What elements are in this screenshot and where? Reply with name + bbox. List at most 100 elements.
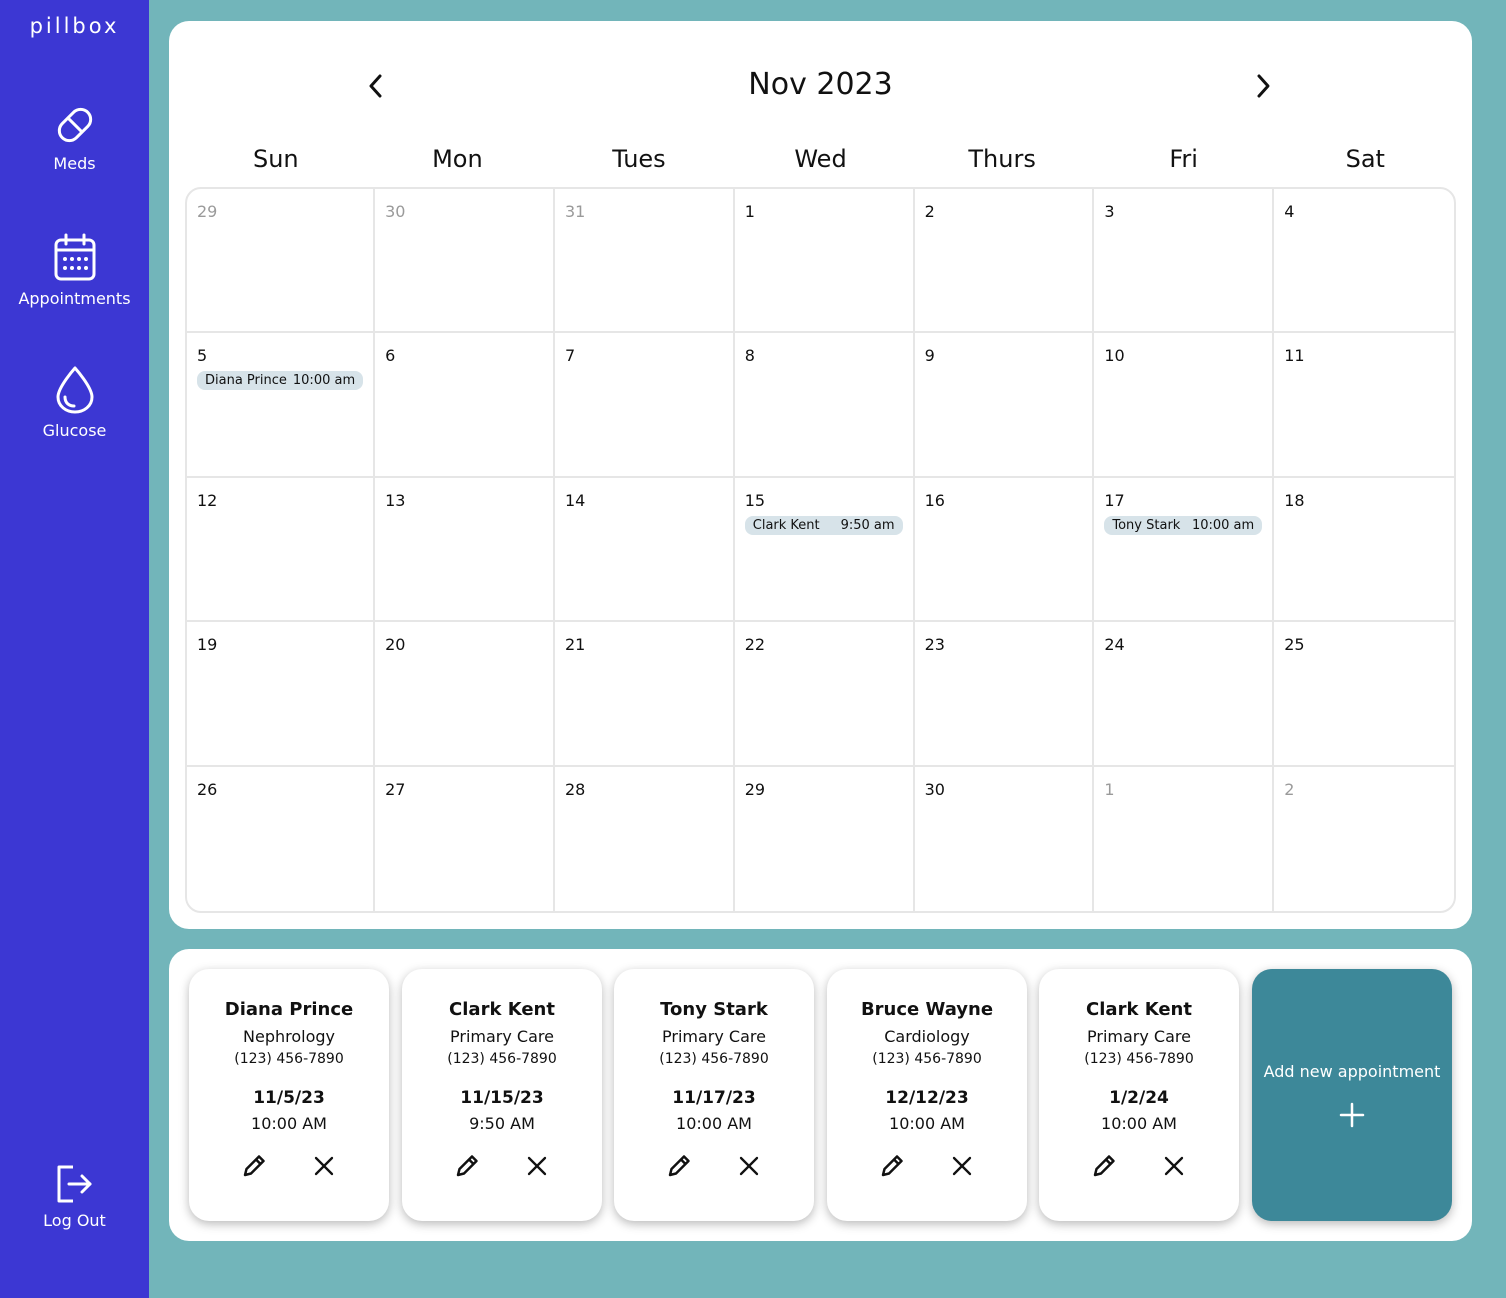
- appointment-specialty: Primary Care: [662, 1027, 766, 1046]
- delete-appointment-button[interactable]: [524, 1155, 550, 1181]
- day-number: 18: [1284, 490, 1305, 510]
- event-pill[interactable]: Clark Kent 9:50 am: [744, 515, 903, 535]
- add-appointment-button[interactable]: Add new appointment: [1252, 969, 1452, 1221]
- edit-appointment-button[interactable]: [241, 1155, 267, 1181]
- appointment-card: Bruce Wayne Cardiology (123) 456-7890 12/12…: [827, 969, 1027, 1221]
- day-cell[interactable]: 2: [1274, 767, 1454, 911]
- day-cell[interactable]: 10: [1094, 333, 1275, 478]
- appointment-time: 10:00 AM: [251, 1114, 327, 1133]
- day-cell[interactable]: 1: [1094, 766, 1275, 911]
- day-cell[interactable]: 24: [1094, 622, 1275, 767]
- day-cell[interactable]: 12: [187, 477, 376, 623]
- edit-appointment-button[interactable]: [666, 1155, 692, 1181]
- delete-appointment-button[interactable]: [1161, 1155, 1187, 1181]
- sidebar-item-glucose[interactable]: Glucose: [0, 365, 149, 440]
- delete-appointment-button[interactable]: [311, 1155, 337, 1181]
- day-cell[interactable]: 30: [915, 766, 1095, 911]
- day-number: 10: [1104, 346, 1125, 366]
- weekday-label: Mon: [432, 145, 483, 173]
- day-cell[interactable]: 3: [1094, 189, 1275, 334]
- weekday-header: Sun Mon Tues Wed Thurs Fri Sat: [185, 145, 1456, 173]
- day-cell[interactable]: 16: [914, 477, 1095, 623]
- weekday-label: Fri: [1169, 145, 1198, 173]
- day-cell[interactable]: 22: [734, 622, 915, 767]
- calendar-grid: 29 30 31 1 2 3 4 5 Diana Prince 10:00 am 6 7 8 9 10 11 1…: [185, 187, 1456, 913]
- day-number: 15: [744, 490, 766, 510]
- day-cell[interactable]: 21: [554, 622, 735, 767]
- day-number: 1: [1104, 779, 1115, 799]
- day-number: 16: [924, 490, 945, 510]
- day-cell[interactable]: 7: [554, 333, 735, 478]
- day-cell[interactable]: 29: [735, 766, 915, 911]
- day-cell[interactable]: 29: [187, 189, 376, 334]
- day-cell[interactable]: 31: [554, 189, 735, 334]
- appointment-time: 10:00 AM: [676, 1114, 752, 1133]
- day-cell[interactable]: 11: [1274, 333, 1454, 478]
- appointment-phone: (123) 456-7890: [447, 1051, 557, 1067]
- event-name: Tony Stark: [1112, 517, 1181, 533]
- event-pill[interactable]: Diana Prince 10:00 am: [197, 371, 364, 391]
- appointment-card: Diana Prince Nephrology (123) 456-7890 11/5…: [189, 969, 389, 1221]
- sidebar-item-meds[interactable]: Meds: [0, 102, 149, 173]
- day-number: 19: [197, 635, 218, 655]
- day-cell[interactable]: 27: [375, 766, 555, 911]
- appointment-specialty: Cardiology: [884, 1027, 970, 1046]
- edit-appointment-button[interactable]: [454, 1155, 480, 1181]
- appointment-date: 1/2/24: [1109, 1088, 1169, 1108]
- edit-appointment-button[interactable]: [1091, 1155, 1117, 1181]
- day-number: 21: [564, 635, 586, 655]
- pill-icon: [0, 102, 149, 148]
- day-cell[interactable]: 8: [734, 333, 915, 478]
- card-actions: [614, 1155, 814, 1181]
- day-cell[interactable]: 18: [1274, 478, 1454, 623]
- day-cell[interactable]: 17 Tony Stark 10:00 am: [1094, 477, 1275, 623]
- day-cell[interactable]: 28: [555, 766, 735, 911]
- day-number: 31: [564, 202, 586, 221]
- day-number: 20: [385, 635, 406, 655]
- day-cell[interactable]: 1: [734, 189, 915, 334]
- day-number: 29: [197, 202, 218, 221]
- event-time: 10:00 am: [1191, 517, 1255, 533]
- day-cell[interactable]: 6: [375, 333, 555, 478]
- delete-appointment-button[interactable]: [949, 1155, 975, 1181]
- sidebar-item-appointments[interactable]: Appointments: [0, 233, 149, 308]
- appointment-card: Clark Kent Primary Care (123) 456-7890 11/1…: [402, 969, 602, 1221]
- day-cell[interactable]: 23: [914, 622, 1095, 767]
- day-cell[interactable]: 19: [187, 622, 376, 767]
- appointment-date: 11/15/23: [460, 1088, 544, 1108]
- event-pill[interactable]: Tony Stark 10:00 am: [1104, 515, 1263, 535]
- logout-button[interactable]: Log Out: [0, 1163, 149, 1230]
- appointment-phone: (123) 456-7890: [659, 1051, 769, 1067]
- day-cell[interactable]: 20: [375, 622, 555, 767]
- day-number: 27: [385, 779, 406, 799]
- appointment-specialty: Primary Care: [1087, 1027, 1191, 1046]
- day-cell[interactable]: 15 Clark Kent 9:50 am: [734, 477, 915, 623]
- next-month-button[interactable]: [1248, 73, 1278, 103]
- appointment-card: Clark Kent Primary Care (123) 456-7890 1/2/…: [1039, 969, 1239, 1221]
- day-cell[interactable]: 2: [914, 189, 1095, 334]
- day-number: 7: [564, 346, 576, 366]
- event-time: 10:00 am: [292, 373, 356, 389]
- day-number: 3: [1104, 202, 1115, 221]
- day-cell[interactable]: 4: [1274, 189, 1454, 334]
- appointment-time: 10:00 AM: [889, 1114, 965, 1133]
- day-number: 22: [744, 635, 766, 655]
- appointments-panel: Diana Prince Nephrology (123) 456-7890 11/5…: [169, 949, 1472, 1241]
- pencil-icon: [666, 1153, 692, 1183]
- day-cell[interactable]: 5 Diana Prince 10:00 am: [187, 333, 376, 478]
- appointment-time: 9:50 AM: [469, 1114, 535, 1133]
- day-number: 9: [924, 346, 935, 366]
- day-cell[interactable]: 14: [554, 477, 735, 623]
- day-number: 30: [924, 779, 945, 799]
- delete-appointment-button[interactable]: [736, 1155, 762, 1181]
- day-cell[interactable]: 9: [914, 333, 1095, 478]
- day-number: 4: [1284, 202, 1295, 221]
- day-cell[interactable]: 13: [375, 477, 555, 623]
- day-cell[interactable]: 26: [187, 766, 376, 911]
- day-cell[interactable]: 25: [1274, 622, 1454, 767]
- weekday-label: Tues: [612, 145, 666, 173]
- close-icon: [738, 1155, 760, 1181]
- edit-appointment-button[interactable]: [879, 1155, 905, 1181]
- day-cell[interactable]: 30: [375, 189, 555, 334]
- day-number: 23: [924, 635, 945, 655]
